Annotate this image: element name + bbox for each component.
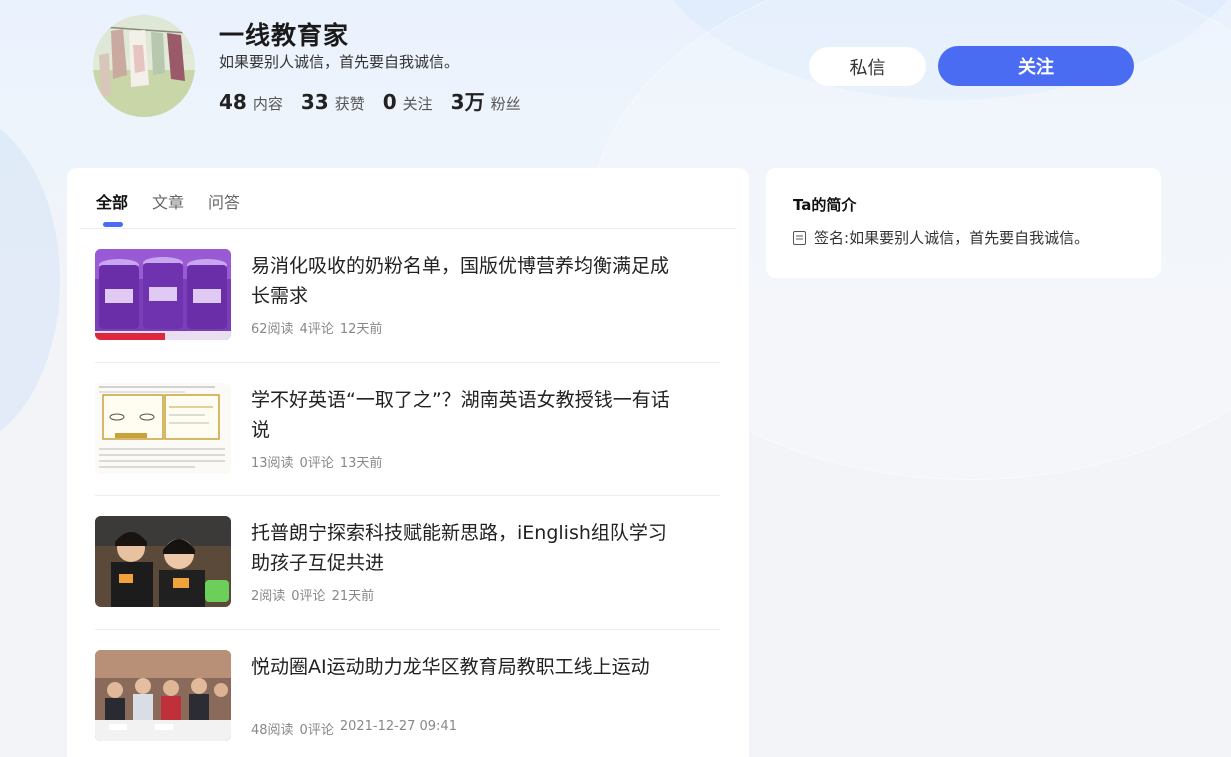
english-lesson-image [95, 383, 231, 474]
stat-content[interactable]: 48 内容 [219, 90, 283, 114]
stat-likes: 33 获赞 [301, 90, 365, 114]
profile-name: 一线教育家 [219, 21, 350, 50]
stat-number: 33 [300, 90, 329, 114]
stat-following[interactable]: 0 关注 [383, 90, 433, 114]
intro-signature: 签名: 如果要别人诚信，首先要自我诚信。 [793, 227, 1089, 248]
tab-articles[interactable]: 文章 [152, 189, 184, 227]
article-meta: 2阅读 0评论 21天前 [251, 585, 380, 604]
intro-sign-value: 如果要别人诚信，首先要自我诚信。 [849, 229, 1090, 247]
article-meta: 62阅读 4评论 12天前 [251, 318, 388, 337]
article-meta: 13阅读 0评论 13天前 [251, 452, 388, 471]
article-time: 21天前 [331, 589, 375, 604]
article-reads: 13阅读 [251, 456, 294, 471]
avatar-image [93, 15, 195, 117]
meeting-photo-image [95, 650, 231, 741]
tab-qa[interactable]: 问答 [208, 189, 240, 227]
stat-label: 获赞 [334, 95, 365, 113]
article-thumbnail[interactable] [95, 516, 231, 607]
article-title[interactable]: 易消化吸收的奶粉名单，国版优博营养均衡满足成长需求 [251, 251, 671, 311]
article-comments: 4评论 [299, 322, 334, 337]
article-thumbnail[interactable] [95, 650, 231, 741]
stat-number: 48 [219, 90, 247, 114]
follow-button[interactable]: 关注 [938, 46, 1134, 86]
article-title[interactable]: 托普朗宁探索科技赋能新思路，iEnglish组队学习助孩子互促共进 [251, 518, 671, 578]
document-icon [793, 230, 806, 245]
tab-label: 文章 [152, 193, 185, 212]
article-thumbnail[interactable] [95, 249, 231, 340]
article-thumbnail[interactable] [95, 383, 231, 474]
tab-label: 问答 [208, 193, 241, 212]
bg-decoration [0, 110, 60, 450]
intro-sign-label: 签名: [814, 229, 850, 247]
intro-card: Ta的简介 签名: 如果要别人诚信，首先要自我诚信。 [766, 168, 1161, 278]
article-reads: 62阅读 [251, 322, 294, 337]
article-time: 2021-12-27 09:41 [339, 719, 457, 734]
article-title[interactable]: 学不好英语“一取了之”？湖南英语女教授钱一有话说 [251, 385, 671, 445]
article-divider [95, 495, 720, 496]
article-time: 12天前 [339, 322, 383, 337]
tab-all[interactable]: 全部 [96, 189, 128, 227]
tab-label: 全部 [96, 193, 129, 212]
stat-number: 3万 [450, 90, 485, 114]
article-divider [95, 362, 720, 363]
stat-label: 粉丝 [490, 95, 521, 113]
tab-active-indicator [103, 222, 123, 227]
stat-number: 0 [382, 90, 397, 114]
stat-label: 关注 [402, 95, 433, 113]
profile-stats: 48 内容 33 获赞 0 关注 3万 粉丝 [219, 86, 539, 115]
article-comments: 0评论 [299, 723, 334, 738]
profile-signature: 如果要别人诚信，首先要自我诚信。 [219, 53, 460, 71]
content-tabs: 全部 文章 问答 [96, 189, 264, 227]
stat-label: 内容 [252, 95, 283, 113]
intro-title: Ta的简介 [793, 196, 857, 214]
article-comments: 0评论 [291, 589, 326, 604]
article-reads: 48阅读 [251, 723, 294, 738]
avatar[interactable] [93, 15, 195, 117]
article-meta: 48阅读 0评论 2021-12-27 09:41 [251, 719, 463, 738]
tabs-divider [80, 228, 736, 229]
article-divider [95, 629, 720, 630]
milk-powder-image [95, 249, 231, 340]
article-comments: 0评论 [299, 456, 334, 471]
stat-fans[interactable]: 3万 粉丝 [451, 86, 521, 115]
article-time: 13天前 [339, 456, 383, 471]
article-reads: 2阅读 [251, 589, 286, 604]
content-card: 全部 文章 问答 易消化吸收的奶粉名单，国版优博营养均衡满足成长需求 62阅读 … [67, 168, 749, 757]
message-button[interactable]: 私信 [809, 47, 926, 86]
students-photo-image [95, 516, 231, 607]
article-title[interactable]: 悦动圈AI运动助力龙华区教育局教职工线上运动 [251, 652, 671, 682]
